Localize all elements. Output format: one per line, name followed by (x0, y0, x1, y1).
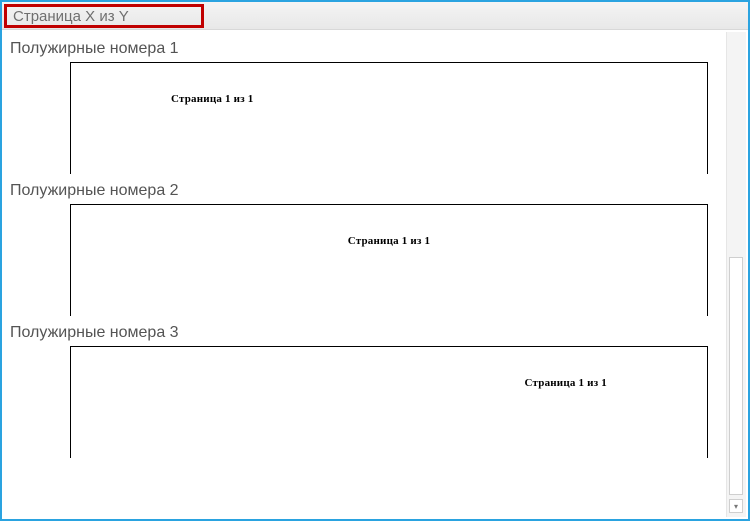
preview-bold-2[interactable]: Страница 1 из 1 (70, 204, 708, 316)
sample-text: Страница 1 из 1 (348, 235, 430, 247)
gallery-content: Полужирные номера 1 Страница 1 из 1 Полу… (4, 32, 726, 517)
scrollbar-track[interactable] (729, 257, 743, 495)
gallery-section: Полужирные номера 3 Страница 1 из 1 (4, 324, 726, 458)
chevron-down-icon: ▾ (734, 502, 738, 511)
section-title: Полужирные номера 1 (10, 40, 726, 58)
gallery-section: Полужирные номера 1 Страница 1 из 1 (4, 40, 726, 174)
category-label: Страница X из Y (13, 8, 129, 25)
section-title: Полужирные номера 3 (10, 324, 726, 342)
scrollbar-area: ▾ (726, 32, 746, 517)
gallery-section: Полужирные номера 2 Страница 1 из 1 (4, 182, 726, 316)
category-label-highlighted: Страница X из Y (4, 4, 204, 28)
section-title: Полужирные номера 2 (10, 182, 726, 200)
gallery-header: Страница X из Y (2, 2, 748, 30)
scroll-down-button[interactable]: ▾ (729, 499, 743, 513)
sample-text: Страница 1 из 1 (525, 377, 607, 389)
preview-bold-1[interactable]: Страница 1 из 1 (70, 62, 708, 174)
sample-text: Страница 1 из 1 (171, 93, 253, 105)
preview-bold-3[interactable]: Страница 1 из 1 (70, 346, 708, 458)
